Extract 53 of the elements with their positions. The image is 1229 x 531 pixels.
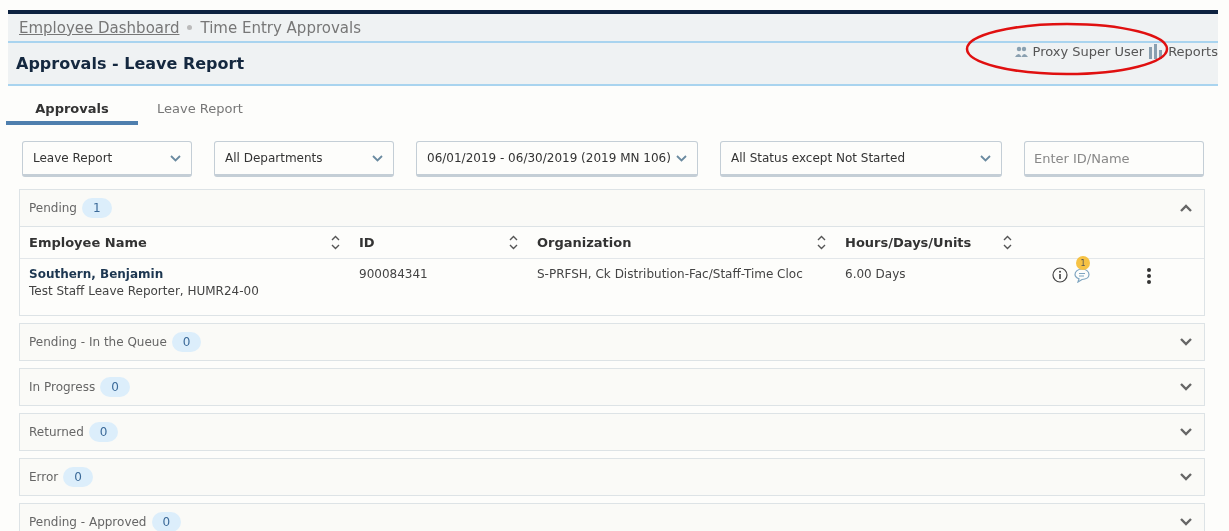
chevron-down-icon <box>980 154 991 162</box>
bar-chart-icon <box>1148 44 1164 59</box>
filter-dropdown[interactable]: All Departments <box>214 141 394 177</box>
chevron-down-icon <box>170 154 181 162</box>
tab[interactable]: Leave Report <box>138 95 262 125</box>
count-badge: 1 <box>82 198 112 218</box>
section-label: Error <box>29 470 59 484</box>
chevron-down-icon[interactable] <box>1180 383 1192 391</box>
section-label: In Progress <box>29 380 96 394</box>
search-field[interactable]: Enter ID/Name <box>1024 141 1204 177</box>
employee-name[interactable]: Southern, Benjamin <box>29 267 350 281</box>
users-icon <box>1014 45 1028 58</box>
comment-count-badge: 1 <box>1076 256 1090 270</box>
chevron-up-icon[interactable] <box>1180 204 1192 212</box>
chevron-down-icon[interactable] <box>1180 338 1192 346</box>
info-icon[interactable] <box>1052 267 1068 283</box>
count-badge: 0 <box>100 377 130 397</box>
sort-icon[interactable] <box>1003 235 1012 250</box>
reports-link[interactable]: Reports <box>1148 44 1218 59</box>
count-badge: 0 <box>171 332 202 352</box>
column-header: Hours/Days/Units <box>845 235 972 250</box>
section-label: Pending <box>29 201 77 215</box>
table-cell-text: S-PRFSH, Ck Distribution-Fac/Staff-Time Cloc <box>537 267 804 281</box>
comment-icon[interactable] <box>1074 267 1090 283</box>
tab[interactable]: Approvals <box>6 95 138 125</box>
section-label: Pending - In the Queue <box>29 335 167 349</box>
sort-icon[interactable] <box>331 235 340 250</box>
proxy-link[interactable]: Proxy Super User <box>1014 44 1145 59</box>
chevron-down-icon[interactable] <box>1180 473 1192 481</box>
table-cell-text: 900084341 <box>359 267 429 281</box>
filter-dropdown[interactable]: Leave Report <box>22 141 192 177</box>
sort-icon[interactable] <box>509 235 518 250</box>
section-label: Returned <box>29 425 84 439</box>
section-label: Pending - Approved <box>29 515 147 529</box>
column-header: Organization <box>537 235 632 250</box>
count-badge: 0 <box>63 467 93 487</box>
page-title: Approvals - Leave Report <box>16 54 245 73</box>
employee-position: Test Staff Leave Reporter, HUMR24-00 <box>29 284 260 298</box>
filter-dropdown[interactable]: 06/01/2019 - 06/30/2019 (2019 MN 106) <box>416 141 698 177</box>
table-cell-text: 6.00 Days <box>845 267 907 281</box>
count-badge: 0 <box>151 512 182 531</box>
sort-icon[interactable] <box>817 235 826 250</box>
more-options-icon[interactable] <box>1146 267 1152 285</box>
chevron-down-icon <box>676 154 687 162</box>
chevron-down-icon[interactable] <box>1180 518 1192 526</box>
column-header: ID <box>359 235 375 250</box>
breadcrumb-link[interactable]: Employee Dashboard <box>19 18 180 37</box>
filter-dropdown[interactable]: All Status except Not Started <box>720 141 1002 177</box>
chevron-down-icon[interactable] <box>1180 428 1192 436</box>
chevron-down-icon <box>372 154 383 162</box>
breadcrumb-current: Time Entry Approvals <box>200 18 361 37</box>
count-badge: 0 <box>88 422 119 442</box>
column-header: Employee Name <box>29 235 147 250</box>
